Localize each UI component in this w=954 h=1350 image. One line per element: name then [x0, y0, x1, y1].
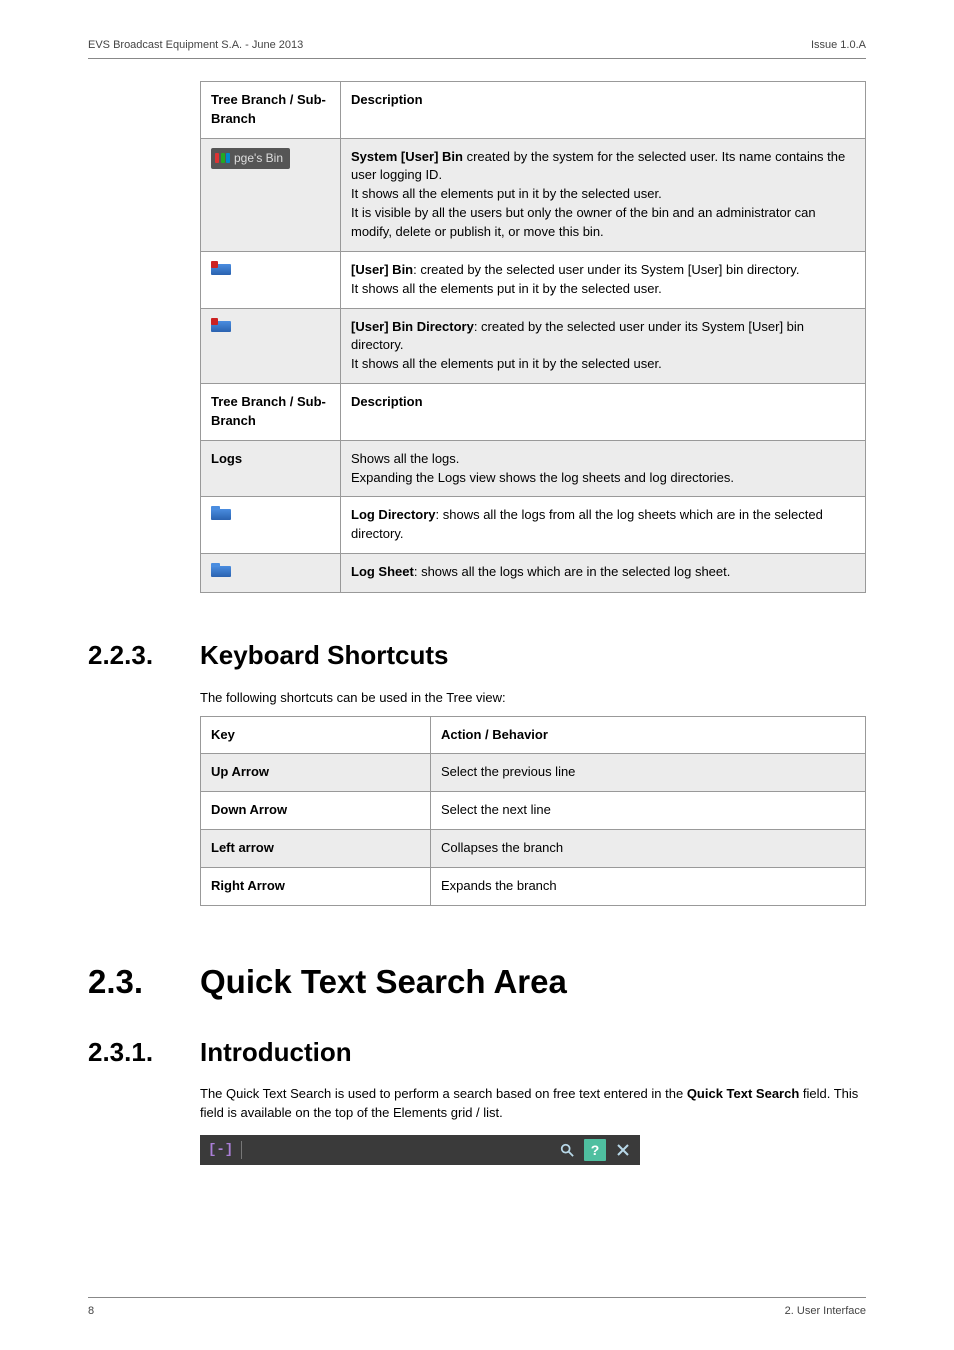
shortcuts-r2-v: Collapses the branch — [431, 830, 866, 868]
shortcuts-r1-v: Select the next line — [431, 792, 866, 830]
heading-23-title: Quick Text Search Area — [200, 958, 567, 1006]
shortcuts-r0-k-label: Up Arrow — [211, 764, 269, 779]
table2-head-c2: Description — [341, 384, 866, 441]
search-separator — [241, 1141, 242, 1159]
table2-row1-c1 — [201, 497, 341, 554]
shortcuts-r2-k-label: Left arrow — [211, 840, 274, 855]
table1-row0-c2: System [User] Bin created by the system … — [341, 138, 866, 251]
heading-223: 2.2.3. Keyboard Shortcuts — [88, 637, 866, 675]
shortcuts-head-key: Key — [201, 716, 431, 754]
table1-row2-c1 — [201, 308, 341, 384]
shortcuts-head-action: Action / Behavior — [431, 716, 866, 754]
table1-row2-strong: [User] Bin Directory — [351, 319, 474, 334]
page-header: EVS Broadcast Equipment S.A. - June 2013… — [88, 38, 866, 59]
table2-row0-c1-text: Logs — [211, 451, 242, 466]
header-right: Issue 1.0.A — [811, 38, 866, 54]
folder-red-icon — [211, 318, 231, 332]
shortcuts-r3-k-label: Right Arrow — [211, 878, 285, 893]
search-icon[interactable] — [556, 1139, 578, 1161]
table1-head-c2: Description — [341, 81, 866, 138]
table1-row1-c1 — [201, 251, 341, 308]
table2-row1-c2: Log Directory: shows all the logs from a… — [341, 497, 866, 554]
bin-badge-dots-icon — [215, 153, 230, 163]
sec231-p1b: Quick Text Search — [687, 1086, 799, 1101]
footer-section: 2. User Interface — [785, 1304, 866, 1320]
table1-row2-c2: [User] Bin Directory: created by the sel… — [341, 308, 866, 384]
heading-23-num: 2.3. — [88, 958, 200, 1006]
table2-row0-plain: Shows all the logs. Expanding the Logs v… — [351, 451, 734, 485]
table2-row2-c1 — [201, 554, 341, 593]
shortcuts-r1-k-label: Down Arrow — [211, 802, 287, 817]
folder-blue-icon — [211, 506, 231, 520]
heading-231: 2.3.1. Introduction — [88, 1034, 866, 1072]
close-icon[interactable] — [612, 1139, 634, 1161]
tree-branch-table-1: Tree Branch / Sub-Branch Description pge… — [200, 81, 866, 593]
sec231-paragraph: The Quick Text Search is used to perform… — [200, 1085, 866, 1123]
shortcuts-r3-v: Expands the branch — [431, 867, 866, 905]
header-left: EVS Broadcast Equipment S.A. - June 2013 — [88, 38, 303, 54]
heading-223-title: Keyboard Shortcuts — [200, 637, 449, 675]
search-bracket-toggle[interactable]: [-] — [206, 1140, 235, 1160]
heading-23: 2.3. Quick Text Search Area — [88, 958, 866, 1006]
shortcuts-r0-v: Select the previous line — [431, 754, 866, 792]
shortcuts-table: Key Action / Behavior Up Arrow Select th… — [200, 716, 866, 906]
table2-row2-strong: Log Sheet — [351, 564, 414, 579]
heading-231-title: Introduction — [200, 1034, 352, 1072]
table1-row1-c2: [User] Bin: created by the selected user… — [341, 251, 866, 308]
folder-red-icon — [211, 261, 231, 275]
table2-row0-c2: Shows all the logs. Expanding the Logs v… — [341, 440, 866, 497]
table2-row2-c2: Log Sheet: shows all the logs which are … — [341, 554, 866, 593]
table2-row0-c1: Logs — [201, 440, 341, 497]
shortcuts-r2-k: Left arrow — [201, 830, 431, 868]
shortcuts-r0-k: Up Arrow — [201, 754, 431, 792]
table1-head-c1: Tree Branch / Sub-Branch — [201, 81, 341, 138]
quick-text-search-bar: [-] ? — [200, 1135, 640, 1165]
pges-bin-badge: pge's Bin — [211, 148, 290, 169]
table1-row1-strong: [User] Bin — [351, 262, 413, 277]
table1-row0-c1: pge's Bin — [201, 138, 341, 251]
shortcuts-r1-k: Down Arrow — [201, 792, 431, 830]
table2-head-c1: Tree Branch / Sub-Branch — [201, 384, 341, 441]
shortcuts-r3-k: Right Arrow — [201, 867, 431, 905]
bin-badge-label: pge's Bin — [234, 150, 283, 167]
table2-row1-strong: Log Directory — [351, 507, 436, 522]
help-icon[interactable]: ? — [584, 1139, 606, 1161]
page-footer: 8 2. User Interface — [88, 1297, 866, 1320]
sec223-intro: The following shortcuts can be used in t… — [200, 689, 866, 708]
table2-row2-rest: : shows all the logs which are in the se… — [414, 564, 731, 579]
search-input[interactable] — [248, 1140, 550, 1160]
heading-231-num: 2.3.1. — [88, 1034, 200, 1072]
table1-row0-strong: System [User] Bin — [351, 149, 463, 164]
table1-row1-rest: : created by the selected user under its… — [351, 262, 799, 296]
heading-223-num: 2.2.3. — [88, 637, 200, 675]
sec231-p1a: The Quick Text Search is used to perform… — [200, 1086, 687, 1101]
folder-blue-icon — [211, 563, 231, 577]
footer-page-number: 8 — [88, 1304, 94, 1320]
